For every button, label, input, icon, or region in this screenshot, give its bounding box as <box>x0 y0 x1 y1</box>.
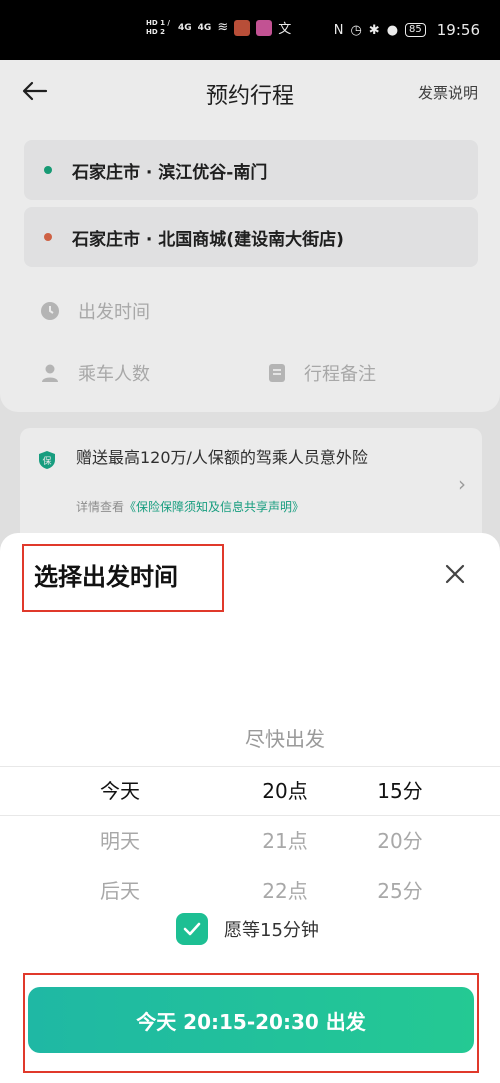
hour-option[interactable]: 22点 <box>225 875 345 904</box>
picker-selection-bottom-line <box>0 815 500 816</box>
day-option[interactable]: 后天 <box>60 875 180 904</box>
wait-option-row[interactable]: 愿等15分钟 <box>176 913 319 945</box>
departure-time-sheet: 选择出发时间 尽快出发 今天 明天 后天 20点 21点 22点 15分 20分… <box>0 533 500 1083</box>
wait-label: 愿等15分钟 <box>224 920 319 941</box>
check-icon <box>183 922 201 936</box>
hour-option[interactable]: 21点 <box>225 825 345 854</box>
day-option-selected[interactable]: 今天 <box>60 775 180 804</box>
minute-option-selected[interactable]: 15分 <box>340 775 460 804</box>
asap-option[interactable]: 尽快出发 <box>0 723 500 752</box>
title-highlight-box <box>22 544 224 612</box>
close-button[interactable] <box>438 557 472 591</box>
button-highlight-box <box>23 973 479 1073</box>
close-icon <box>445 564 465 584</box>
picker-selection-top-line <box>0 766 500 767</box>
minute-option[interactable]: 25分 <box>340 875 460 904</box>
wait-checkbox[interactable] <box>176 913 208 945</box>
day-option[interactable]: 明天 <box>60 825 180 854</box>
minute-option[interactable]: 20分 <box>340 825 460 854</box>
hour-option-selected[interactable]: 20点 <box>225 775 345 804</box>
